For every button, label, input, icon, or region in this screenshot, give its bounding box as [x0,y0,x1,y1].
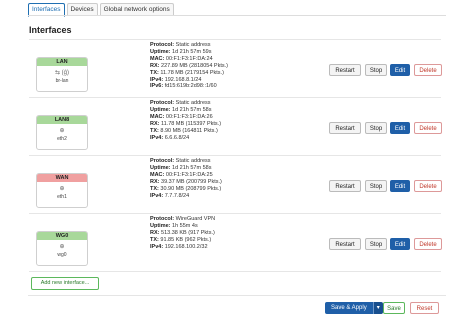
restart-button[interactable]: Restart [329,180,361,192]
delete-button[interactable]: Delete [414,238,442,250]
interface-badge: LAN8 ⊕ eth2 [36,115,88,150]
interface-status: Protocol: WireGuard VPN Uptime: 1h 55m 4… [150,216,216,250]
interface-badge: LAN ⇆ (ǵ) br-lan [36,57,88,92]
reset-button[interactable]: Reset [410,302,439,314]
delete-button[interactable]: Delete [414,64,442,76]
footer-divider [28,295,446,296]
interface-device: eth1 [57,194,67,200]
interface-row-lan8: LAN8 ⊕ eth2 Protocol: Static address Upt… [29,97,442,155]
interface-status: Protocol: Static address Uptime: 1d 21h … [150,100,222,141]
add-interface-button[interactable]: Add new interface... [31,277,99,290]
restart-button[interactable]: Restart [329,122,361,134]
ethernet-port-icon: ⊕ [59,128,65,134]
restart-button[interactable]: Restart [329,238,361,250]
stop-button[interactable]: Stop [365,122,387,134]
interface-device: eth2 [57,136,67,142]
interface-name: WAN [37,174,87,182]
network-port-icon: ⇆ (ǵ) [54,70,70,76]
tab-divider [28,15,446,16]
interface-name: LAN8 [37,116,87,124]
edit-button[interactable]: Edit [390,180,410,192]
delete-button[interactable]: Delete [414,122,442,134]
page-title: Interfaces [29,25,72,35]
restart-button[interactable]: Restart [329,64,361,76]
interface-badge: WG0 ⊕ wg0 [36,231,88,266]
save-apply-dropdown-button[interactable]: ▾ [372,302,383,314]
interface-device: wg0 [57,252,67,258]
interface-status: Protocol: Static address Uptime: 1d 21h … [150,158,222,199]
edit-button[interactable]: Edit [390,64,410,76]
save-apply-button[interactable]: Save & Apply [325,302,373,314]
interface-name: LAN [37,58,87,66]
interface-badge: WAN ⊕ eth1 [36,173,88,208]
interfaces-table: LAN ⇆ (ǵ) br-lan Protocol: Static addres… [29,39,442,272]
stop-button[interactable]: Stop [365,238,387,250]
ethernet-port-icon: ⊕ [59,186,65,192]
interface-device: br-lan [55,78,69,84]
stop-button[interactable]: Stop [365,64,387,76]
interface-name: WG0 [37,232,87,240]
edit-button[interactable]: Edit [390,122,410,134]
interface-row-wan: WAN ⊕ eth1 Protocol: Static address Upti… [29,155,442,213]
interface-row-wg0: WG0 ⊕ wg0 Protocol: WireGuard VPN Uptime… [29,213,442,272]
tunnel-icon: ⊕ [59,244,65,250]
delete-button[interactable]: Delete [414,180,442,192]
edit-button[interactable]: Edit [390,238,410,250]
interface-row-lan: LAN ⇆ (ǵ) br-lan Protocol: Static addres… [29,39,442,97]
interface-status: Protocol: Static address Uptime: 1d 21h … [150,42,228,90]
save-button[interactable]: Save [383,302,405,314]
stop-button[interactable]: Stop [365,180,387,192]
save-apply-group: Save & Apply ▾ [325,302,383,314]
